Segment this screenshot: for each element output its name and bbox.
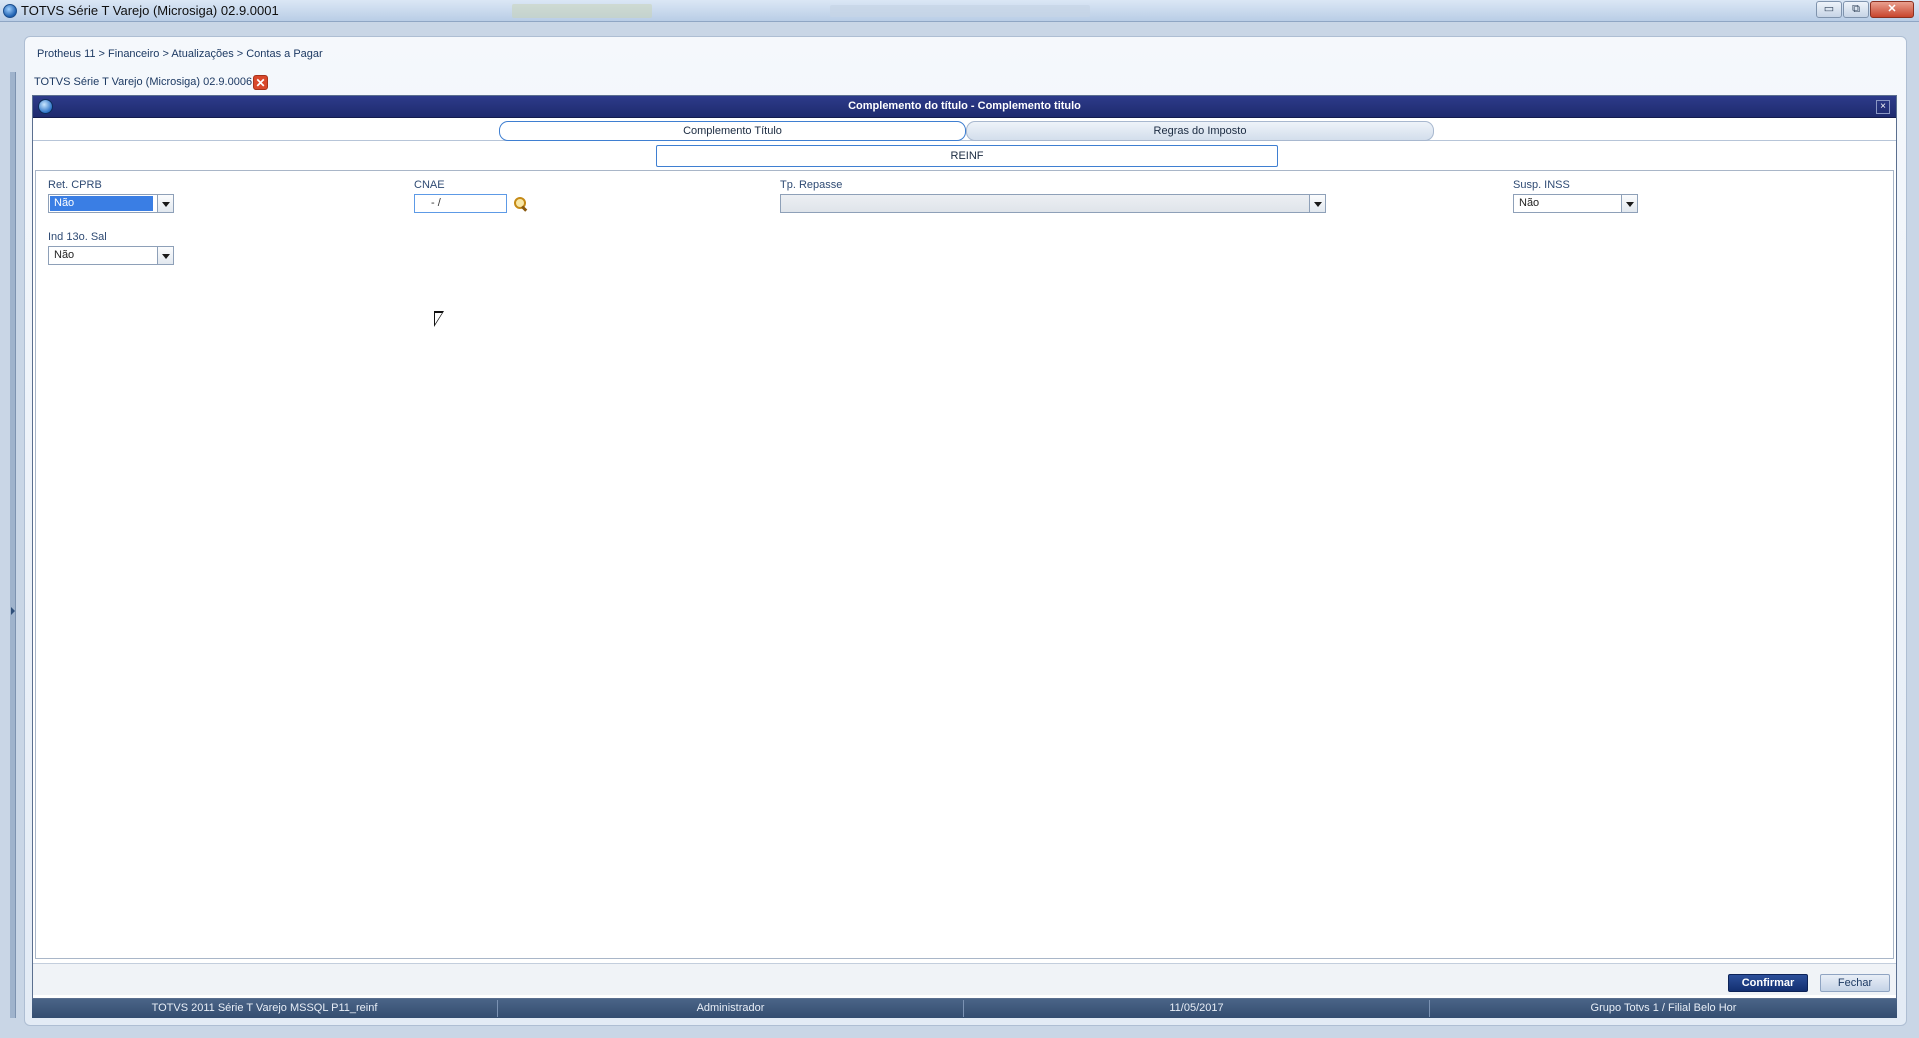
ind-13o-sal-select[interactable]: Não (48, 246, 174, 265)
mouse-cursor-icon (434, 311, 444, 327)
cnae-label: CNAE (414, 179, 445, 191)
ret-cprb-label: Ret. CPRB (48, 179, 102, 191)
ret-cprb-select[interactable]: Não (48, 194, 174, 213)
tab-complemento-titulo[interactable]: Complemento Título (499, 121, 966, 141)
close-icon[interactable]: ✕ (253, 75, 268, 90)
minimize-button[interactable]: ▭ (1816, 1, 1842, 18)
status-date: 11/05/2017 (964, 1000, 1430, 1017)
dialog-header: Complemento do título - Complemento titu… (33, 96, 1896, 118)
collapsed-side-panel[interactable] (10, 72, 16, 1018)
chevron-down-icon[interactable] (1621, 195, 1637, 212)
tab-bar: Complemento Título Regras do Imposto (33, 119, 1896, 141)
document-tab[interactable]: TOTVS Série T Varejo (Microsiga) 02.9.00… (34, 76, 252, 88)
tp-repasse-select[interactable] (780, 194, 1326, 213)
form-panel: Ret. CPRB Não CNAE - / Tp. Repasse Susp.… (35, 170, 1894, 959)
chevron-down-icon[interactable] (157, 195, 173, 212)
window-title: TOTVS Série T Varejo (Microsiga) 02.9.00… (21, 3, 279, 18)
status-environment: TOTVS 2011 Série T Varejo MSSQL P11_rein… (32, 1000, 498, 1017)
status-company: Grupo Totvs 1 / Filial Belo Hor (1590, 1002, 1737, 1014)
tab-regras-do-imposto[interactable]: Regras do Imposto (966, 121, 1434, 141)
status-user: Administrador (498, 1000, 964, 1017)
susp-inss-value: Não (1519, 197, 1540, 209)
complemento-dialog: Complemento do título - Complemento titu… (32, 95, 1897, 999)
subtab-reinf[interactable]: REINF (656, 145, 1278, 167)
tp-repasse-value (782, 196, 786, 211)
ind-13o-sal-value: Não (54, 249, 75, 261)
app-icon (3, 4, 17, 18)
susp-inss-select[interactable]: Não (1513, 194, 1638, 213)
dialog-footer: Confirmar Fechar (33, 963, 1896, 995)
titlebar-obscured-text (512, 4, 652, 18)
breadcrumb: Protheus 11 > Financeiro > Atualizações … (37, 48, 323, 60)
dialog-title: Complemento do título - Complemento titu… (848, 100, 1081, 112)
status-bar: TOTVS 2011 Série T Varejo MSSQL P11_rein… (32, 999, 1897, 1018)
expand-arrow-icon[interactable] (11, 607, 15, 615)
close-button[interactable]: Fechar (1820, 974, 1890, 992)
window-titlebar: TOTVS Série T Varejo (Microsiga) 02.9.00… (0, 0, 1919, 22)
cnae-input[interactable]: - / (414, 194, 507, 213)
dialog-close-button[interactable]: × (1876, 100, 1890, 114)
tp-repasse-label: Tp. Repasse (780, 179, 843, 191)
ret-cprb-value: Não (50, 196, 153, 211)
confirm-button[interactable]: Confirmar (1728, 974, 1808, 992)
maximize-button[interactable]: ⧉ (1843, 1, 1869, 18)
titlebar-obscured-text (830, 5, 1090, 17)
susp-inss-label: Susp. INSS (1513, 179, 1570, 191)
ind-13o-sal-label: Ind 13o. Sal (48, 231, 107, 243)
chevron-down-icon[interactable] (157, 247, 173, 264)
window-close-button[interactable]: ✕ (1870, 1, 1914, 18)
search-icon[interactable] (514, 197, 528, 211)
chevron-down-icon[interactable] (1309, 195, 1325, 212)
